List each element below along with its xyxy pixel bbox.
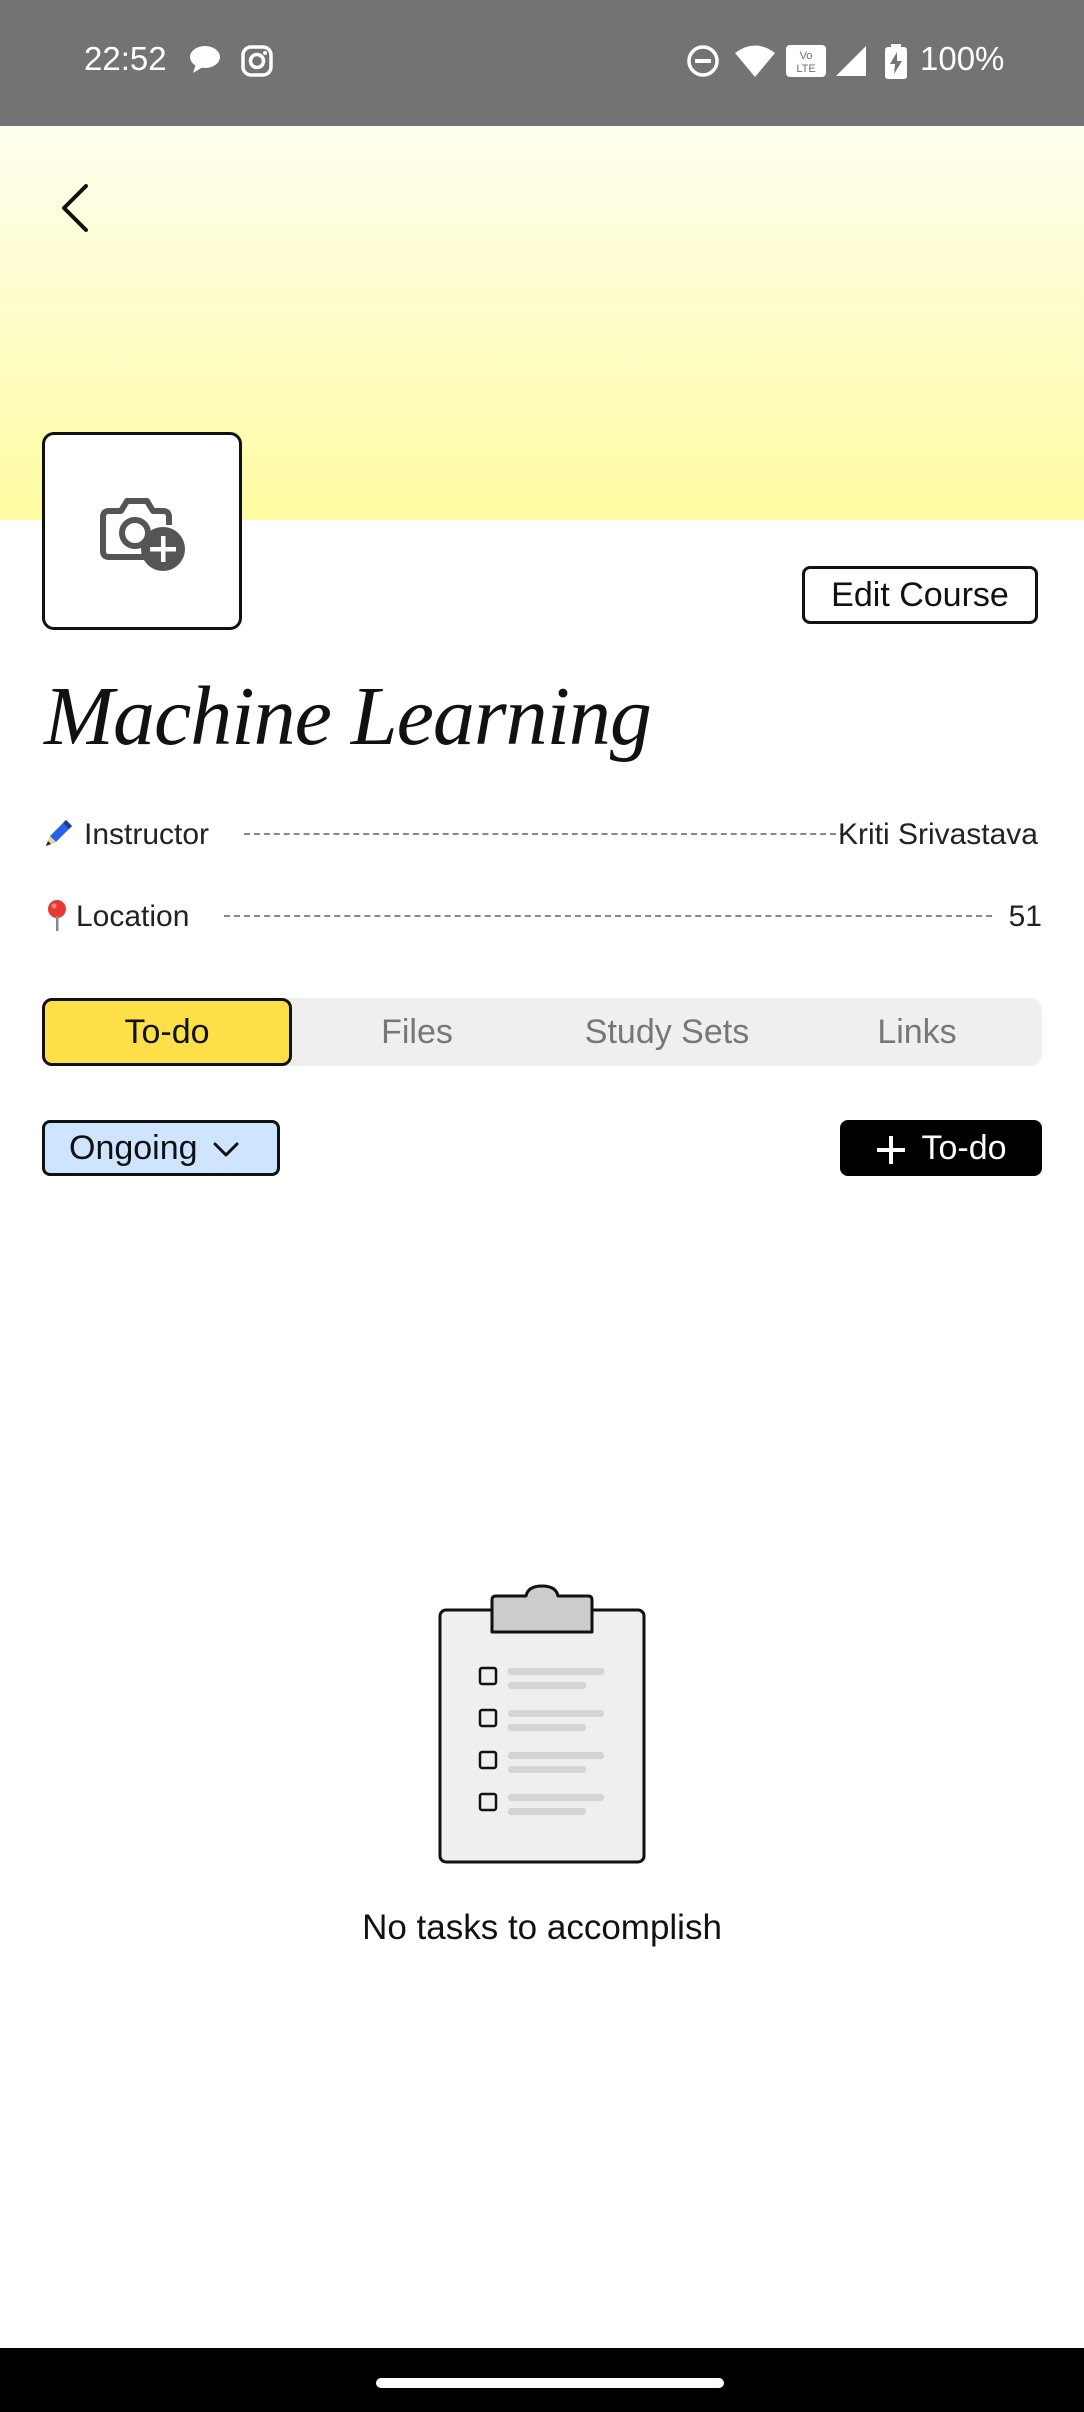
tab-study-sets[interactable]: Study Sets <box>542 998 792 1066</box>
instructor-value: Kriti Srivastava <box>837 818 1038 851</box>
chat-icon <box>190 46 220 73</box>
status-time: 22:52 <box>84 40 167 77</box>
dnd-icon <box>687 45 719 77</box>
camera-add-icon <box>100 498 185 571</box>
pin-icon <box>48 900 66 931</box>
location-value: 51 <box>1008 900 1042 933</box>
wifi-icon <box>735 45 775 77</box>
status-bar: 22:52 Vo LTE 100% <box>0 0 1084 126</box>
course-cover-picker[interactable] <box>42 432 242 630</box>
add-todo-button[interactable]: To-do <box>840 1120 1042 1176</box>
location-divider <box>224 915 992 917</box>
instructor-divider <box>244 833 846 835</box>
svg-text:Vo: Vo <box>800 50 813 62</box>
chevron-down-icon <box>213 1142 239 1157</box>
tab-files[interactable]: Files <box>292 998 542 1066</box>
instructor-label: Instructor <box>84 818 210 851</box>
location-row: Location 51 <box>42 890 1042 940</box>
tab-todo[interactable]: To-do <box>42 998 292 1066</box>
svg-text:LTE: LTE <box>796 63 815 75</box>
back-chevron-icon[interactable] <box>48 178 108 238</box>
instagram-icon <box>241 45 273 77</box>
pen-icon <box>46 820 72 846</box>
section-tabs: To-do Files Study Sets Links <box>42 998 1042 1066</box>
plus-icon <box>877 1136 906 1164</box>
filter-label: Ongoing <box>69 1128 198 1167</box>
course-title: Machine Learning <box>44 670 652 763</box>
empty-state-message: No tasks to accomplish <box>362 1908 722 1947</box>
status-filter-dropdown[interactable]: Ongoing <box>42 1120 280 1176</box>
location-label: Location <box>76 900 190 933</box>
battery-charging-icon <box>885 44 907 79</box>
signal-icon <box>836 46 866 76</box>
instructor-row: Instructor Kriti Srivastava <box>42 808 1042 858</box>
battery-percent: 100% <box>920 40 1005 77</box>
tab-links[interactable]: Links <box>792 998 1042 1066</box>
edit-course-button[interactable]: Edit Course <box>802 566 1038 624</box>
home-gesture-handle[interactable] <box>376 2378 724 2388</box>
add-todo-label: To-do <box>921 1128 1007 1167</box>
clipboard-icon <box>438 1584 646 1864</box>
volte-icon: Vo LTE <box>786 45 826 77</box>
